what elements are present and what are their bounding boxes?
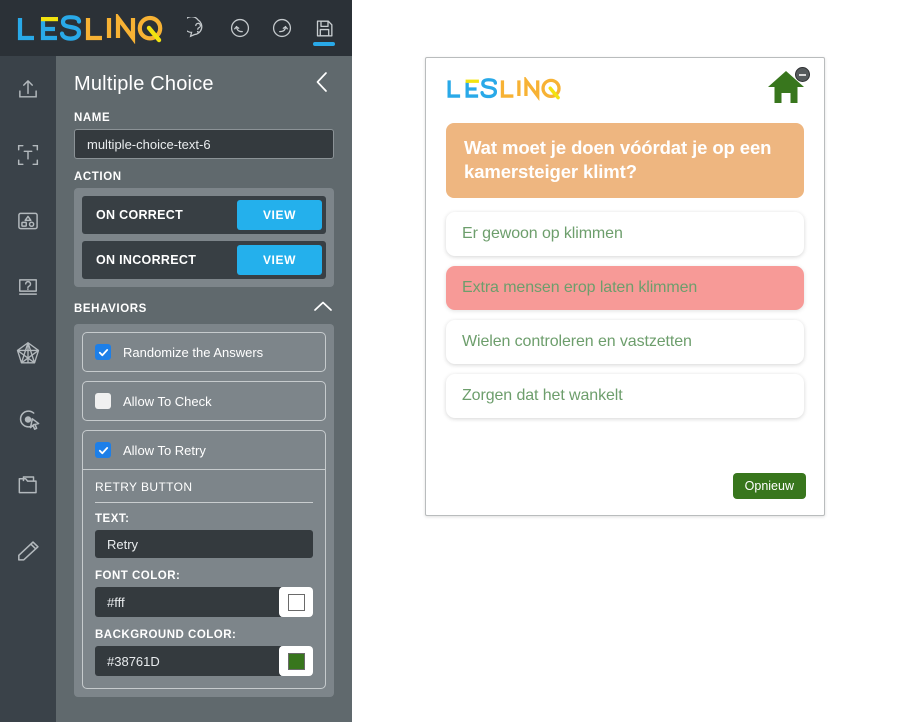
on-correct-view-button[interactable]: VIEW [237, 200, 322, 230]
retry-text-input[interactable]: Retry [95, 530, 313, 558]
retry-font-color-row: #fff [95, 587, 313, 617]
action-row-on-correct: ON CORRECT VIEW [82, 196, 326, 234]
pencil-icon [15, 538, 42, 565]
retry-text-label: TEXT: [95, 513, 130, 525]
rail-item-text[interactable] [0, 122, 56, 188]
preview-header [426, 58, 824, 120]
upload-icon [15, 76, 41, 102]
answer-option-3[interactable]: Wielen controleren en vastzetten [446, 320, 804, 365]
retry-button-title: RETRY BUTTON [95, 480, 193, 494]
behavior-allow-to-check-row[interactable]: Allow To Check [83, 382, 325, 420]
left-icon-rail [0, 56, 56, 722]
allow-to-check-checkbox[interactable] [95, 393, 111, 409]
page-title: Multiple Choice [74, 72, 214, 95]
rail-item-layout[interactable] [0, 188, 56, 254]
action-group: ON CORRECT VIEW ON INCORRECT VIEW [74, 188, 334, 287]
behaviors-section-label: BEHAVIORS [74, 302, 147, 315]
behavior-randomize-row[interactable]: Randomize the Answers [83, 333, 325, 371]
name-input[interactable]: multiple-choice-text-6 [74, 129, 334, 159]
retry-font-color-swatch-button[interactable] [279, 587, 313, 617]
layout-icon [15, 208, 41, 234]
retry-font-color-input[interactable]: #fff [95, 587, 281, 617]
allow-to-check-label: Allow To Check [123, 393, 212, 409]
preview-retry-button[interactable]: Opnieuw [732, 473, 806, 499]
folder-icon [15, 472, 41, 498]
allow-to-retry-checkbox[interactable] [95, 442, 111, 458]
allow-to-retry-label: Allow To Retry [123, 442, 206, 458]
retry-font-color-label: FONT COLOR: [95, 570, 181, 582]
behavior-allow-to-check: Allow To Check [82, 381, 326, 421]
color-swatch-icon [287, 593, 305, 611]
preview-card: Wat moet je doen vóórdat je op een kamer… [425, 57, 825, 516]
behavior-allow-to-retry: Allow To Retry RETRY BUTTON TEXT: Retry … [82, 430, 326, 689]
network-icon [14, 339, 42, 367]
retry-bg-color-label: BACKGROUND COLOR: [95, 629, 237, 641]
behavior-randomize: Randomize the Answers [82, 332, 326, 372]
preview-answer-list: Er gewoon op klimmen Extra mensen erop l… [446, 212, 804, 419]
properties-panel: Multiple Choice NAME multiple-choice-tex… [56, 56, 352, 722]
randomize-checkbox[interactable] [95, 344, 111, 360]
on-incorrect-label: ON INCORRECT [96, 253, 197, 267]
answer-option-1[interactable]: Er gewoon op klimmen [446, 212, 804, 257]
rail-item-draw[interactable] [0, 518, 56, 584]
minus-badge-icon [795, 67, 810, 82]
question-icon [15, 274, 41, 300]
redo-icon[interactable] [270, 13, 294, 43]
text-icon [15, 142, 41, 168]
behaviors-header: BEHAVIORS [56, 299, 352, 324]
panel-header: Multiple Choice [56, 56, 352, 112]
undo-icon[interactable] [228, 13, 252, 43]
panel-collapse-button[interactable] [312, 69, 332, 100]
top-toolbar [0, 0, 352, 56]
rail-item-media[interactable] [0, 452, 56, 518]
preview-question-text: Wat moet je doen vóórdat je op een kamer… [446, 123, 804, 199]
rail-item-question[interactable] [0, 254, 56, 320]
save-icon[interactable] [312, 13, 336, 46]
target-cursor-icon [15, 406, 42, 433]
behaviors-group: Randomize the Answers Allow To Check All [74, 324, 334, 697]
behaviors-collapse-button[interactable] [312, 299, 334, 318]
retry-bg-color-row: #38761D [95, 646, 313, 676]
action-section-label: ACTION [74, 171, 122, 183]
app-root: Multiple Choice NAME multiple-choice-tex… [0, 0, 900, 722]
help-icon[interactable] [186, 13, 210, 43]
divider [95, 502, 313, 503]
behavior-allow-to-retry-row[interactable]: Allow To Retry [83, 431, 325, 469]
action-row-on-incorrect: ON INCORRECT VIEW [82, 241, 326, 279]
rail-item-network[interactable] [0, 320, 56, 386]
preview-home-button[interactable] [766, 67, 810, 109]
answer-option-4[interactable]: Zorgen dat het wankelt [446, 374, 804, 419]
preview-leslinq-logo [446, 77, 562, 101]
name-section-label: NAME [74, 112, 111, 124]
leslinq-logo [16, 12, 164, 44]
answer-option-2[interactable]: Extra mensen erop laten klimmen [446, 266, 804, 311]
on-correct-label: ON CORRECT [96, 208, 184, 222]
preview-footer: Opnieuw [732, 473, 806, 499]
toolbar-icon-group [186, 13, 336, 46]
rail-item-upload[interactable] [0, 56, 56, 122]
chevron-up-icon [312, 299, 334, 318]
rail-item-interaction[interactable] [0, 386, 56, 452]
retry-button-settings: RETRY BUTTON TEXT: Retry FONT COLOR: #ff… [83, 469, 325, 688]
retry-bg-color-swatch-button[interactable] [279, 646, 313, 676]
color-swatch-icon [287, 652, 305, 670]
on-incorrect-view-button[interactable]: VIEW [237, 245, 322, 275]
retry-bg-color-input[interactable]: #38761D [95, 646, 281, 676]
chevron-left-icon [312, 69, 332, 100]
randomize-label: Randomize the Answers [123, 344, 264, 360]
